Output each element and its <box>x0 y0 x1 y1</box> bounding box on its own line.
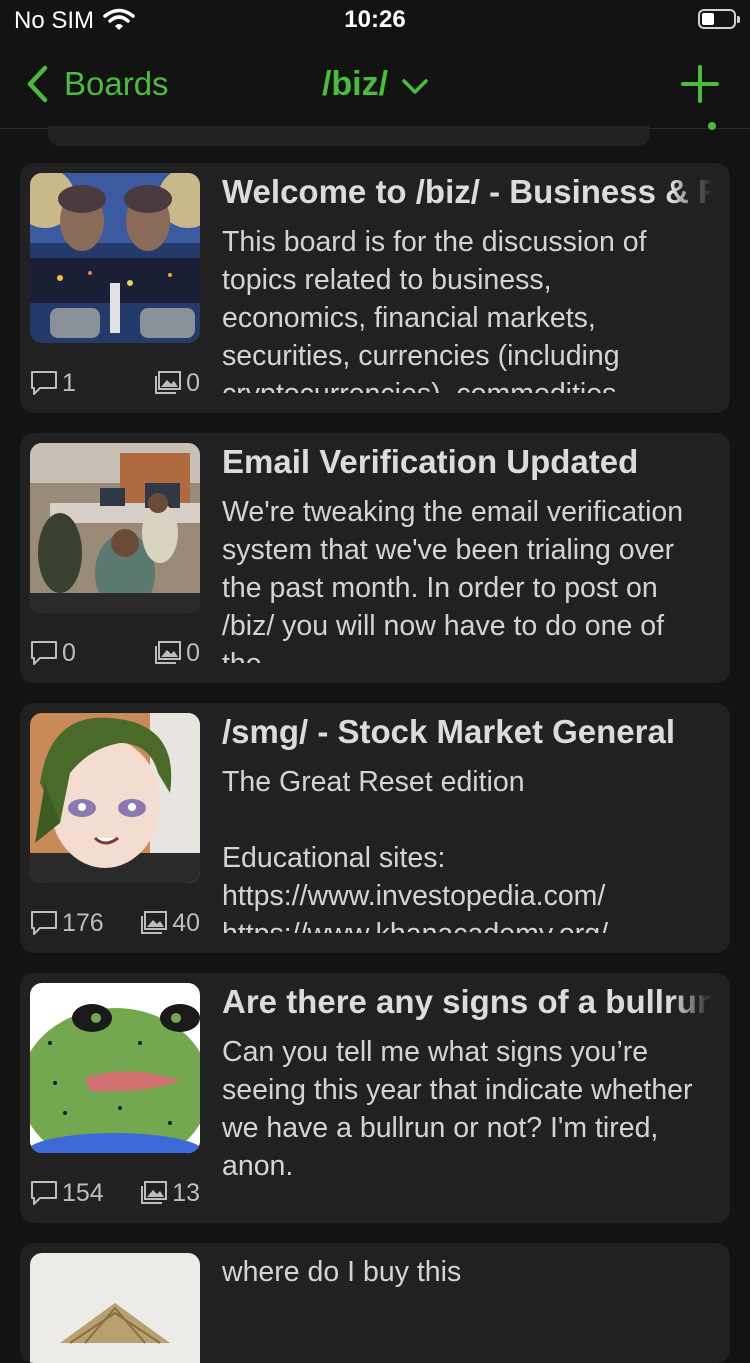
chevron-down-icon <box>402 79 428 94</box>
thread-body: The Great Reset edition Educational site… <box>222 763 702 933</box>
image-count: 40 <box>140 905 200 941</box>
reply-count: 154 <box>30 1175 104 1211</box>
thread-image <box>30 983 200 1153</box>
image-icon <box>141 911 168 934</box>
thread-stats: 0 0 <box>30 635 200 671</box>
thread-thumbnail[interactable] <box>30 443 200 613</box>
comment-icon <box>31 911 57 935</box>
thread-stats: 176 40 <box>30 905 200 941</box>
thread-card[interactable]: 176 40 /smg/ - Stock Market General The … <box>20 703 730 953</box>
body-line: The Great Reset edition <box>222 766 525 798</box>
thread-title: /smg/ - Stock Market General <box>222 713 712 757</box>
reply-count: 1 <box>30 365 76 401</box>
thread-body: This board is for the discussion of topi… <box>222 226 647 393</box>
comment-icon <box>31 1181 57 1205</box>
image-icon <box>141 1181 168 1204</box>
image-icon <box>155 641 182 664</box>
thread-stats: 1 0 <box>30 365 200 401</box>
thread-body: Can you tell me what signs you’re seeing… <box>222 1036 693 1182</box>
body-line[interactable]: https://www.investopedia.com/ <box>222 877 702 915</box>
thread-card[interactable]: 154 13 Are there any signs of a bullrun?… <box>20 973 730 1223</box>
thread-image <box>30 443 200 613</box>
clock: 10:26 <box>344 6 406 33</box>
thread-stats: 154 13 <box>30 1175 200 1211</box>
body-line: Educational sites: <box>222 842 446 874</box>
battery-icon <box>698 9 740 29</box>
comment-icon <box>31 371 57 395</box>
thread-image <box>30 1253 200 1363</box>
image-count: 13 <box>140 1175 200 1211</box>
reply-count: 176 <box>30 905 104 941</box>
thread-image <box>30 713 200 883</box>
image-count: 0 <box>154 635 200 671</box>
thread-card[interactable]: 1 0 Welcome to /biz/ - Business & Financ… <box>20 163 730 413</box>
board-selector[interactable]: /biz/ <box>0 62 750 106</box>
thread-thumbnail[interactable] <box>30 173 200 343</box>
thread-body: We're tweaking the email verification sy… <box>222 496 684 663</box>
body-line <box>222 801 702 839</box>
status-bar: No SIM 10:26 <box>0 0 750 44</box>
scroll-indicator <box>708 122 716 130</box>
image-icon <box>155 371 182 394</box>
thread-title: Are there any signs of a bullrun? <box>222 983 712 1027</box>
body-line[interactable]: https://www.khanacademy.org/ <box>222 915 702 933</box>
thread-thumbnail[interactable] <box>30 1253 200 1363</box>
thread-image <box>30 173 200 343</box>
navigation-bar: Boards /biz/ <box>0 44 750 129</box>
thread-title: Email Verification Updated <box>222 443 639 480</box>
add-icon[interactable] <box>680 64 720 104</box>
thread-card[interactable]: where do I buy this <box>20 1243 730 1363</box>
thread-thumbnail[interactable] <box>30 983 200 1153</box>
previous-card-edge <box>48 126 650 146</box>
thread-body: where do I buy this <box>222 1256 462 1288</box>
thread-card[interactable]: 0 0 Email Verification Updated We're twe… <box>20 433 730 683</box>
reply-count: 0 <box>30 635 76 671</box>
thread-title: Welcome to /biz/ - Business & Finance <box>222 173 712 217</box>
image-count: 0 <box>154 365 200 401</box>
board-title: /biz/ <box>321 64 389 103</box>
thread-thumbnail[interactable] <box>30 713 200 883</box>
comment-icon <box>31 641 57 665</box>
